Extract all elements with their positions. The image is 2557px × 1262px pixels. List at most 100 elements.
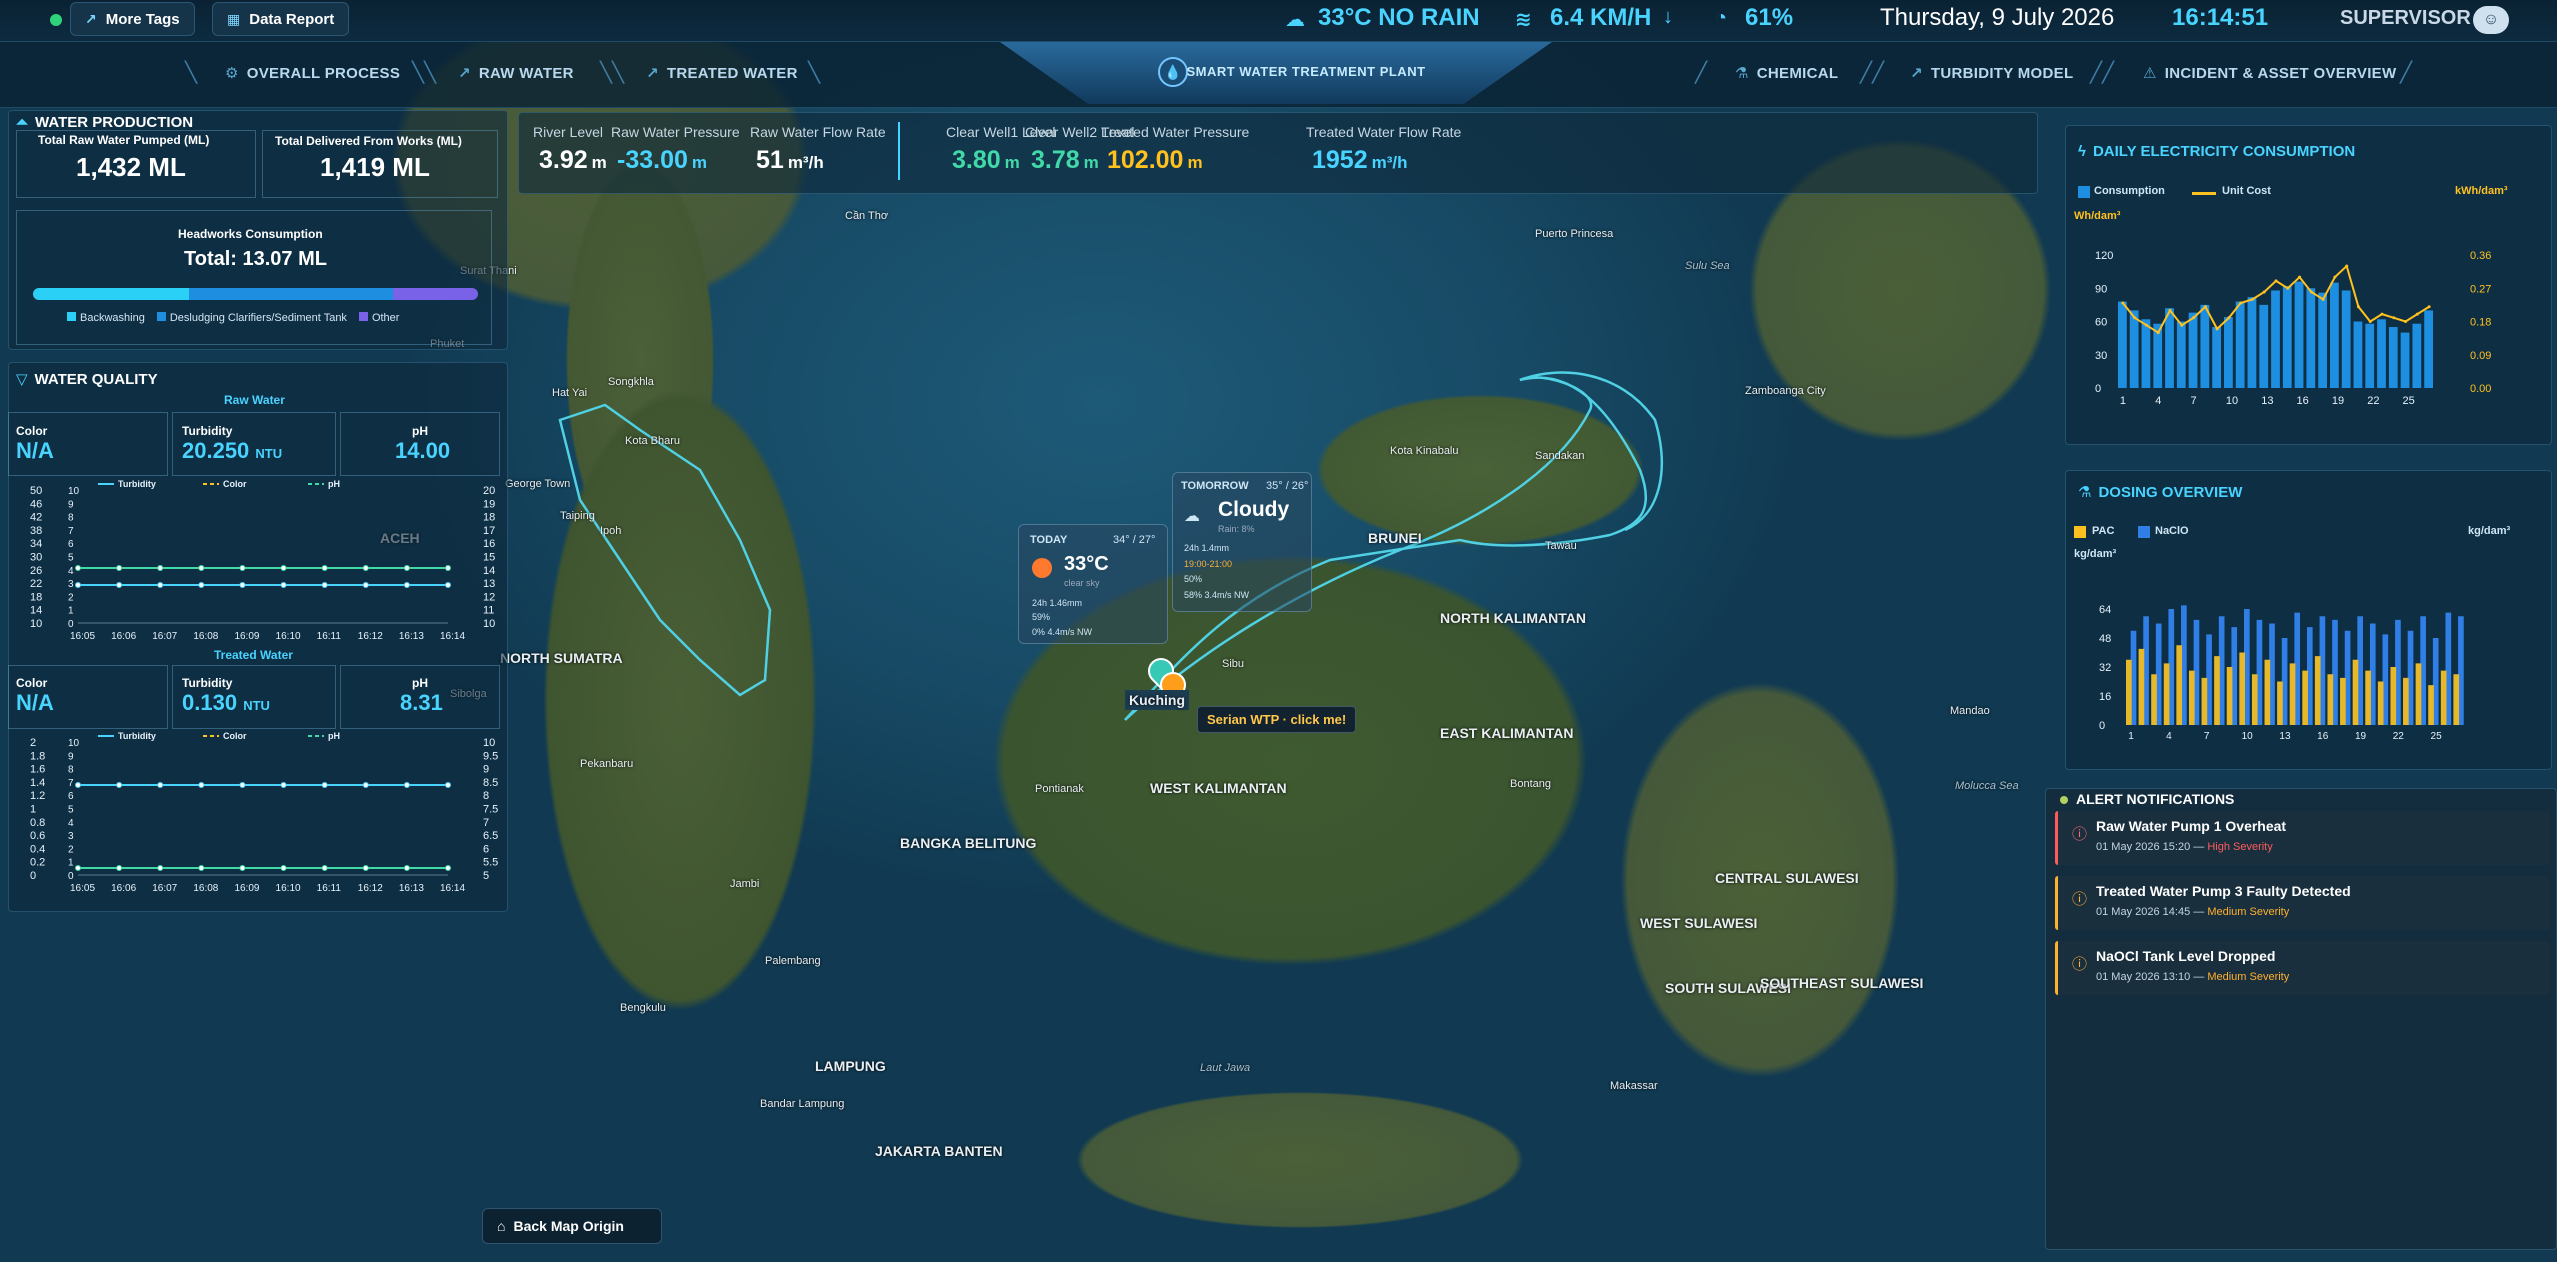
consumption-bar	[2200, 304, 2210, 388]
x-tick: 1	[2128, 731, 2134, 742]
series-point	[116, 565, 123, 571]
user-avatar[interactable]: ☺	[2473, 6, 2509, 34]
pac-bar	[2453, 674, 2460, 725]
top-bar: ↗ More Tags ▦ Data Report ☁ 33°C NO RAIN ≋…	[0, 0, 2557, 42]
map-place-label: BANGKA BELITUNG	[900, 835, 1037, 851]
x-tick: 16	[2297, 395, 2309, 407]
consumption-bar	[2341, 290, 2351, 388]
y-tick-left: 2	[30, 737, 36, 749]
alert-item[interactable]: ⓘ Raw Water Pump 1 Overheat 01 May 2026 15…	[2055, 811, 2550, 865]
unit-cost-point	[2144, 323, 2148, 327]
y-tick-right: 0.09	[2470, 350, 2491, 362]
map-place-label: Hat Yai	[552, 387, 588, 399]
x-tick: 25	[2403, 395, 2415, 407]
pac-bar	[2264, 659, 2271, 725]
metric-value: 3.92 m	[539, 146, 607, 175]
y-tick-left: 50	[30, 485, 42, 497]
tab-chemical[interactable]: ⚗ CHEMICAL	[1735, 64, 1838, 82]
y-tick-right: 8.5	[483, 777, 498, 789]
pac-bar	[2352, 659, 2359, 725]
tab-turbidity-model[interactable]: ↗ TURBIDITY MODEL	[1910, 64, 2073, 82]
map-place-label: EAST KALIMANTAN	[1440, 725, 1574, 741]
series-point	[362, 782, 369, 788]
unit-cost-point	[2333, 275, 2337, 279]
series-point	[75, 582, 81, 588]
series-point	[239, 865, 246, 871]
weather-icon: ☁	[1285, 9, 1305, 31]
metric-unit: m³/h	[787, 153, 824, 172]
metric-unit: m	[691, 153, 708, 172]
raw-water-label: Raw Water	[224, 393, 285, 407]
map-place-label: Tawau	[1545, 540, 1577, 552]
map-place-label: Sulu Sea	[1685, 260, 1730, 272]
headworks-legend-label: Desludging Clarifiers/Sediment Tank	[169, 312, 347, 324]
more-tags-button[interactable]: ↗ More Tags	[70, 2, 195, 36]
metric-value: 3.80 m	[952, 146, 1020, 175]
series-point	[75, 782, 81, 788]
x-tick: 16:05	[70, 631, 95, 642]
serian-wtp-callout[interactable]: Serian WTP · click me!	[1197, 706, 1357, 733]
consumption-bar	[2318, 292, 2327, 388]
y-tick-right: 10	[483, 737, 495, 749]
series-point	[280, 782, 287, 788]
tab-treated-water[interactable]: ↗ TREATED WATER	[646, 64, 798, 82]
treated-water-trend-chart: 2 10 101.8 9 9.51.6 8 91.4 7 8.51.2 6 81 5 7.50.8 4 70…	[30, 731, 498, 894]
series-point	[403, 565, 410, 571]
consumption-bar	[2247, 297, 2257, 388]
unit-cost-point	[2215, 327, 2219, 331]
tab-incident-asset-overview[interactable]: ⚠ INCIDENT & ASSET OVERVIEW	[2143, 64, 2396, 82]
unit-cost-point	[2321, 297, 2325, 301]
series-point	[445, 565, 451, 571]
x-tick: 16:06	[111, 883, 136, 894]
treated-color-value: N/A	[16, 690, 54, 715]
y-tick-left: 30	[2095, 350, 2107, 362]
map-place-label: Molucca Sea	[1955, 780, 2019, 792]
tab-raw-water[interactable]: ↗ RAW WATER	[458, 64, 574, 82]
y-tick-left: 0.8	[30, 817, 45, 829]
alert-item[interactable]: ⓘ Treated Water Pump 3 Faulty Detected 01 …	[2055, 876, 2550, 930]
back-map-origin-button[interactable]: ⌂ Back Map Origin	[482, 1208, 662, 1244]
pac-bar	[2138, 648, 2145, 725]
unit-cost-point	[2415, 312, 2419, 316]
y-tick-right: 6.5	[483, 830, 498, 842]
y-tick-mid: 5	[68, 553, 74, 564]
humidity-value: 61%	[1745, 4, 1794, 31]
series-point	[445, 865, 451, 871]
pac-bar	[2176, 645, 2183, 725]
y-tick-mid: 1	[68, 606, 74, 617]
y-tick-left: 1	[30, 804, 36, 816]
alerts-title: ALERT NOTIFICATIONS	[2076, 791, 2235, 807]
consumption-bar	[2176, 321, 2186, 388]
y-tick-left: 10	[30, 618, 42, 630]
tab-overall-process[interactable]: ⚙ OVERALL PROCESS	[225, 64, 400, 82]
pac-bar	[2415, 663, 2422, 725]
y-tick-mid: 8	[68, 765, 74, 776]
y-tick-left: 1.8	[30, 750, 45, 762]
data-report-button[interactable]: ▦ Data Report	[212, 2, 350, 36]
y-tick-right: 8	[483, 790, 489, 802]
series-point	[198, 782, 205, 788]
map-place-label: NORTH SUMATRA	[500, 650, 623, 666]
alert-item[interactable]: ⓘ NaOCl Tank Level Dropped 01 May 2026 13:…	[2055, 941, 2550, 995]
unit-cost-point	[2156, 331, 2160, 335]
y-tick-right: 18	[483, 512, 495, 524]
series-point	[157, 865, 164, 871]
y-tick-right: 9.5	[483, 750, 498, 762]
y-tick-mid: 7	[68, 526, 74, 537]
x-tick: 16:06	[111, 631, 136, 642]
series-point	[239, 565, 246, 571]
wind-direction-icon: ↓	[1663, 6, 1673, 28]
unit-cost-point	[2274, 279, 2278, 283]
y-tick-right: 12	[483, 591, 495, 603]
y-tick-right: 0.00	[2470, 383, 2491, 395]
series-point	[116, 782, 123, 788]
y-tick-left: 26	[30, 565, 42, 577]
metric-label: Raw Water Pressure	[611, 124, 740, 140]
y-tick-right: 0.27	[2470, 283, 2491, 295]
metric-unit: m	[1187, 153, 1203, 172]
metric-number: 102.00	[1107, 146, 1184, 174]
map-place-label: Kota Kinabalu	[1390, 445, 1459, 457]
alert-severity: High Severity	[2207, 841, 2273, 853]
y-tick-right: 9	[483, 764, 489, 776]
x-tick: 22	[2393, 731, 2405, 742]
